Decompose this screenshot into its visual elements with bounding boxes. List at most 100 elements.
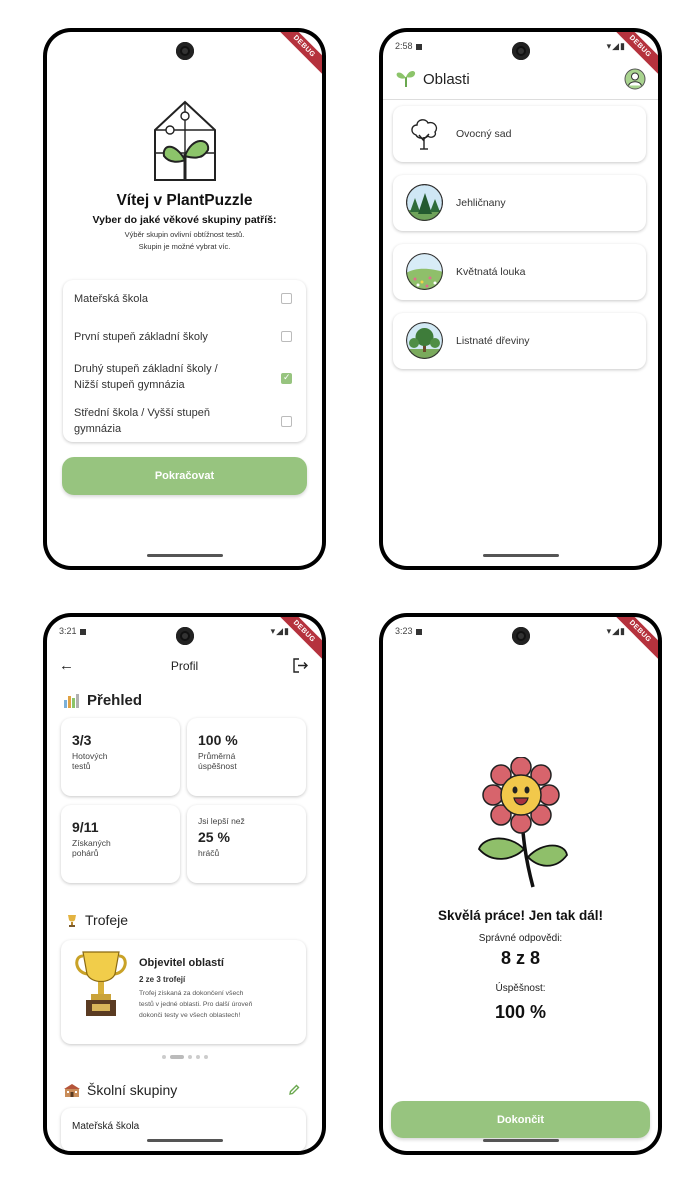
stat-label: Průměrná bbox=[198, 751, 236, 761]
area-card-ovocny-sad[interactable]: Ovocný sad bbox=[393, 106, 646, 162]
option-materska[interactable]: Mateřská škola bbox=[63, 280, 306, 318]
phone-result: 3:23 ▾◢▮ DEBUG Skvělá práce! Jen tak dál… bbox=[379, 613, 662, 1155]
areas-screen: 2:58 ▾◢▮ DEBUG Oblasti Ovocný sad Jehlič… bbox=[383, 32, 658, 566]
age-group-list: Mateřská škola První stupeň základní ško… bbox=[63, 280, 306, 442]
debug-banner: DEBUG bbox=[271, 32, 322, 80]
carousel-dot[interactable] bbox=[195, 1055, 200, 1059]
home-indicator bbox=[146, 1139, 223, 1142]
stat-value: 9/11 bbox=[72, 819, 99, 835]
home-indicator bbox=[482, 554, 559, 557]
debug-banner: DEBUG bbox=[607, 617, 658, 665]
option-label: Druhý stupeň základní školy / bbox=[74, 363, 218, 375]
gold-cup-icon bbox=[75, 951, 127, 1016]
success-label: Úspěšnost: bbox=[495, 983, 546, 994]
edit-pencil-icon[interactable] bbox=[288, 1084, 300, 1096]
profile-screen: 3:21 ▾◢▮ DEBUG ← Profil Přehled 3/3 Hoto… bbox=[47, 617, 322, 1151]
school-icon bbox=[64, 1084, 80, 1097]
trophy-name: Objevitel oblastí bbox=[139, 957, 224, 969]
status-time: 3:23 bbox=[395, 626, 422, 636]
option-label-line2: Nižší stupeň gymnázia bbox=[74, 379, 185, 391]
trophy-desc-1: Trofej získaná za dokončení všech bbox=[139, 990, 244, 997]
camera-notch bbox=[511, 627, 530, 645]
area-label: Květnatá louka bbox=[456, 266, 526, 278]
carousel-dot-active[interactable] bbox=[169, 1055, 184, 1059]
time: 3:21 bbox=[59, 626, 77, 636]
camera-notch bbox=[175, 42, 194, 60]
phone-welcome: DEBUG Vítej v PlantPuzzle Vyber do jaké … bbox=[43, 28, 326, 570]
happy-flower-illustration bbox=[477, 757, 568, 888]
trophy-count: 2 ze 3 trofejí bbox=[139, 975, 186, 984]
conifers-icon bbox=[406, 184, 443, 221]
correct-value: 8 z 8 bbox=[500, 948, 541, 968]
checkbox[interactable] bbox=[281, 416, 292, 427]
avatar-icon[interactable] bbox=[624, 68, 646, 90]
correct-label: Správné odpovědi: bbox=[478, 933, 563, 944]
option-prvni-stupen[interactable]: První stupeň základní školy bbox=[63, 318, 306, 356]
result-screen: 3:23 ▾◢▮ DEBUG Skvělá práce! Jen tak dál… bbox=[383, 617, 658, 1151]
sprout-icon bbox=[396, 70, 416, 87]
option-label: Mateřská škola bbox=[74, 293, 148, 305]
area-card-jehlicnany[interactable]: Jehličnany bbox=[393, 175, 646, 231]
phone-areas: 2:58 ▾◢▮ DEBUG Oblasti Ovocný sad Jehlič… bbox=[379, 28, 662, 570]
deciduous-trees-icon bbox=[406, 322, 443, 359]
success-value: 100 % bbox=[494, 1002, 547, 1022]
camera-notch bbox=[511, 42, 530, 60]
notification-icon bbox=[415, 43, 422, 50]
checkbox-checked[interactable] bbox=[281, 372, 292, 384]
overview-title: Přehled bbox=[87, 692, 143, 709]
trophies-title: Trofeje bbox=[85, 912, 129, 928]
stat-value: 3/3 bbox=[72, 732, 92, 748]
stat-card-rank: Jsi lepší než 25 % hráčů bbox=[187, 805, 306, 883]
carousel-dots[interactable] bbox=[47, 1053, 322, 1059]
option-label: První stupeň základní školy bbox=[74, 331, 208, 343]
phone-profile: 3:21 ▾◢▮ DEBUG ← Profil Přehled 3/3 Hoto… bbox=[43, 613, 326, 1155]
area-card-kvetnata-louka[interactable]: Květnatá louka bbox=[393, 244, 646, 300]
plantpuzzle-logo bbox=[154, 100, 216, 181]
welcome-title: Vítej v PlantPuzzle bbox=[116, 192, 253, 209]
option-stredni-skola[interactable]: Střední škola / Vyšší stupeň gymnázia bbox=[63, 402, 306, 442]
signal-battery-icon: ▾◢▮ bbox=[606, 626, 626, 636]
group-item-card[interactable]: Mateřská škola bbox=[61, 1108, 306, 1151]
home-indicator bbox=[146, 554, 223, 557]
stat-card-success: 100 % Průměrná úspěšnost bbox=[187, 718, 306, 796]
notification-icon bbox=[415, 628, 422, 635]
stat-label: Hotových bbox=[72, 751, 108, 761]
carousel-dot[interactable] bbox=[203, 1055, 208, 1059]
time: 2:58 bbox=[395, 41, 413, 51]
area-card-listnate-dreviny[interactable]: Listnaté dřeviny bbox=[393, 313, 646, 369]
appbar-divider bbox=[383, 99, 658, 100]
welcome-note-2: Skupin je možné vybrat víc. bbox=[138, 242, 231, 251]
finish-button[interactable]: Dokončit bbox=[391, 1101, 650, 1138]
area-label: Ovocný sad bbox=[456, 128, 512, 140]
notification-icon bbox=[79, 628, 86, 635]
stat-prefix: Jsi lepší než bbox=[198, 816, 245, 826]
stat-value: 100 % bbox=[198, 732, 238, 748]
signal-battery-icon: ▾◢▮ bbox=[270, 626, 290, 636]
area-label: Jehličnany bbox=[456, 197, 506, 209]
home-indicator bbox=[482, 1139, 559, 1142]
checkbox[interactable] bbox=[281, 293, 292, 304]
page-title: Profil bbox=[170, 659, 199, 673]
signal-battery-icon: ▾◢▮ bbox=[606, 41, 626, 51]
stat-label: hráčů bbox=[198, 848, 220, 858]
stat-label-line2: úspěšnost bbox=[198, 761, 237, 771]
option-druhy-stupen[interactable]: Druhý stupeň základní školy / Nižší stup… bbox=[63, 356, 306, 402]
continue-button[interactable]: Pokračovat bbox=[62, 457, 307, 495]
result-headline: Skvělá práce! Jen tak dál! bbox=[437, 908, 604, 923]
stat-label-line2: pohárů bbox=[72, 848, 99, 858]
stat-card-cups: 9/11 Získaných pohárů bbox=[61, 805, 180, 883]
camera-notch bbox=[175, 627, 194, 645]
area-label: Listnaté dřeviny bbox=[456, 335, 530, 347]
logout-icon[interactable] bbox=[292, 658, 308, 673]
carousel-dot[interactable] bbox=[187, 1055, 192, 1059]
carousel-dot[interactable] bbox=[161, 1055, 166, 1059]
trophy-card[interactable]: Objevitel oblastí 2 ze 3 trofejí Trofej … bbox=[61, 940, 306, 1044]
page-title: Oblasti bbox=[423, 71, 470, 88]
stat-value: 25 % bbox=[198, 829, 230, 845]
option-label-line2: gymnázia bbox=[74, 423, 122, 435]
welcome-screen: DEBUG Vítej v PlantPuzzle Vyber do jaké … bbox=[47, 32, 322, 566]
status-time: 3:21 bbox=[59, 626, 86, 636]
checkbox[interactable] bbox=[281, 331, 292, 342]
time: 3:23 bbox=[395, 626, 413, 636]
welcome-note-1: Výběr skupin ovlivní obtížnost testů. bbox=[124, 230, 245, 239]
